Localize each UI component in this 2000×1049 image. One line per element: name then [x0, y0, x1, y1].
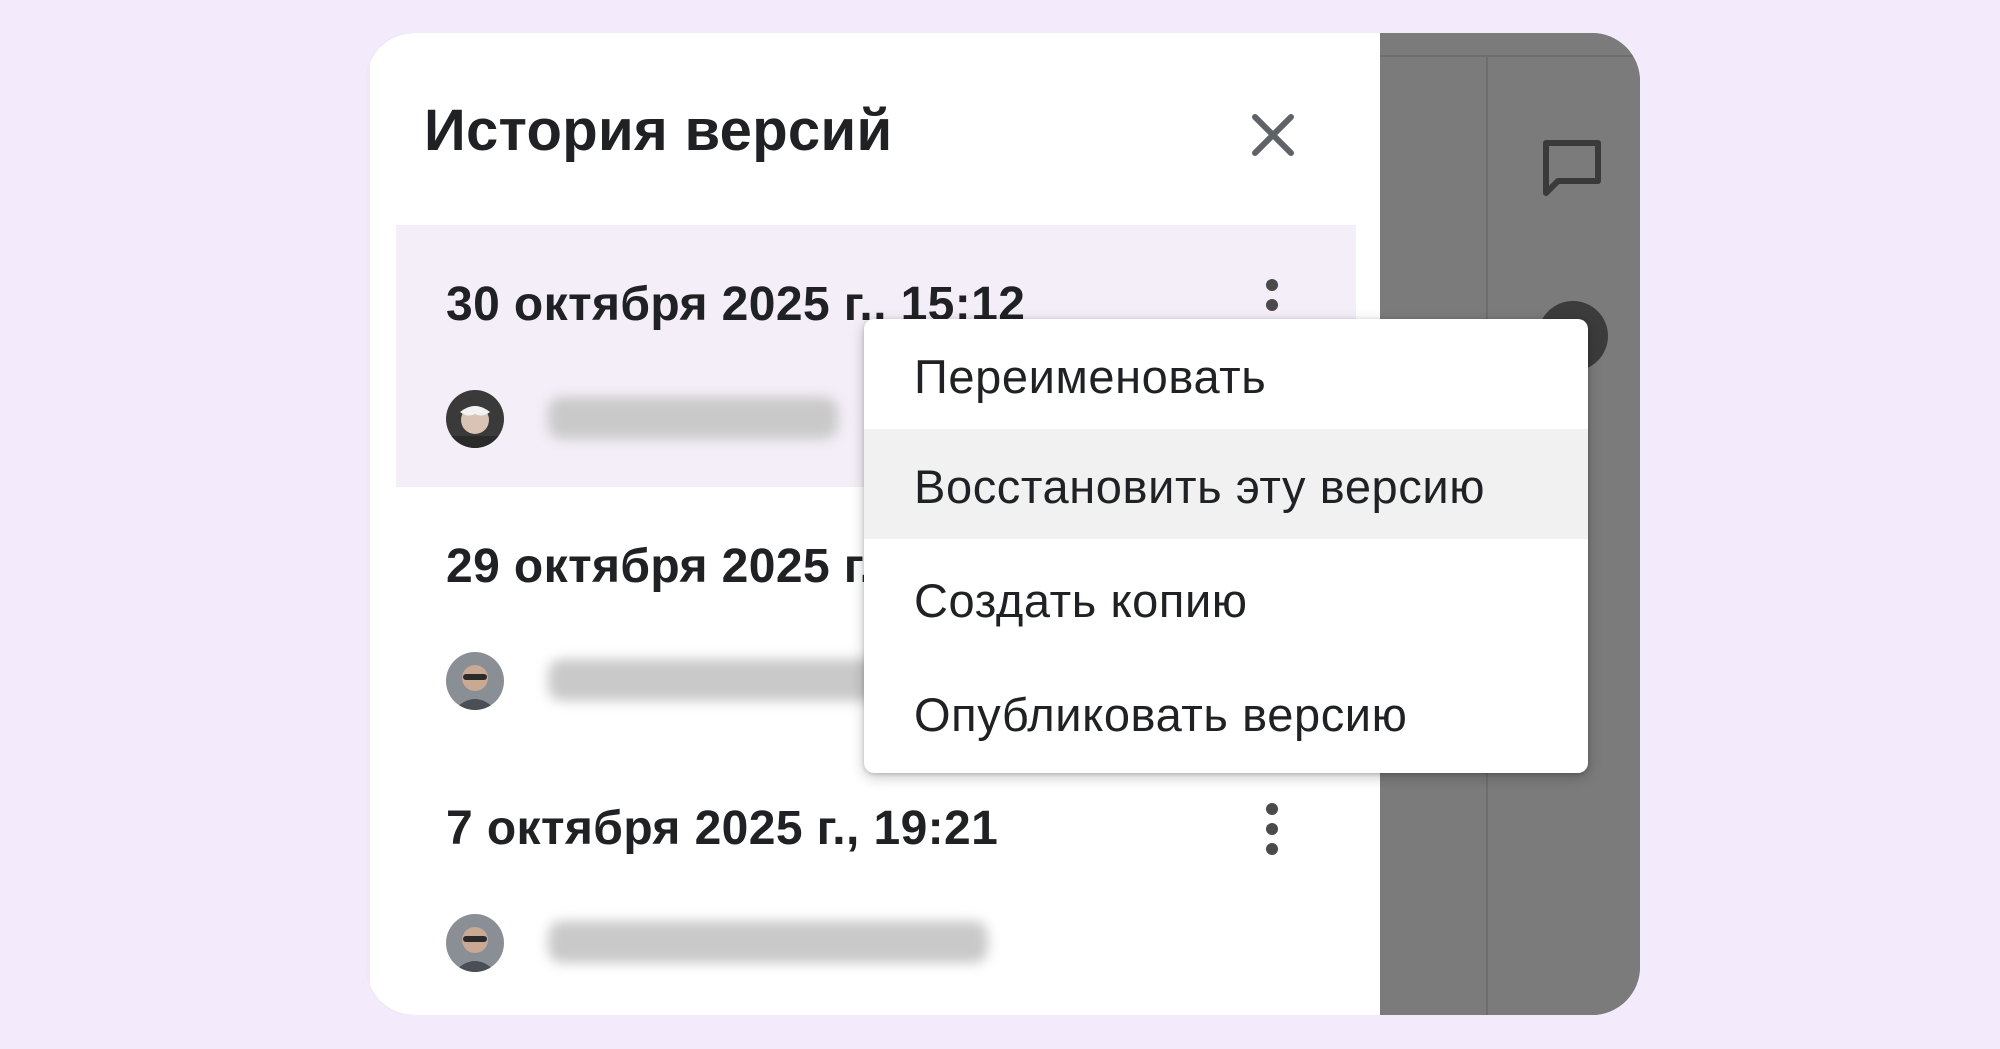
author-name-blurred: [548, 397, 838, 439]
version-item[interactable]: 7 октября 2025 г., 19:21: [396, 749, 1356, 1011]
menu-item-label: Переименовать: [914, 350, 1267, 403]
divider: [1380, 55, 1640, 57]
avatar: [446, 652, 504, 710]
author-name-blurred: [548, 921, 988, 963]
more-options-icon[interactable]: [1252, 797, 1292, 861]
avatar: [446, 914, 504, 972]
version-date: 7 октября 2025 г., 19:21: [446, 802, 999, 855]
menu-item-label: Опубликовать версию: [914, 688, 1408, 741]
menu-item-label: Создать копию: [914, 574, 1248, 627]
avatar: [446, 390, 504, 448]
close-icon[interactable]: [1241, 103, 1305, 167]
version-history-frame: История версий 30 октября 2025 г., 15:12: [366, 33, 1640, 1015]
menu-item-rename[interactable]: Переименовать: [864, 319, 1588, 429]
menu-item-make-copy[interactable]: Создать копию: [864, 543, 1588, 653]
menu-item-publish-version[interactable]: Опубликовать версию: [864, 657, 1588, 767]
context-menu: Переименовать Восстановить эту версию Со…: [864, 319, 1588, 773]
menu-item-label: Восстановить эту версию: [914, 460, 1486, 513]
menu-item-restore-version[interactable]: Восстановить эту версию: [864, 429, 1588, 539]
comment-icon[interactable]: [1536, 133, 1608, 205]
version-date: 29 октября 2025 г.: [446, 540, 874, 593]
author-name-blurred: [548, 659, 878, 701]
panel-title: История версий: [424, 98, 893, 163]
